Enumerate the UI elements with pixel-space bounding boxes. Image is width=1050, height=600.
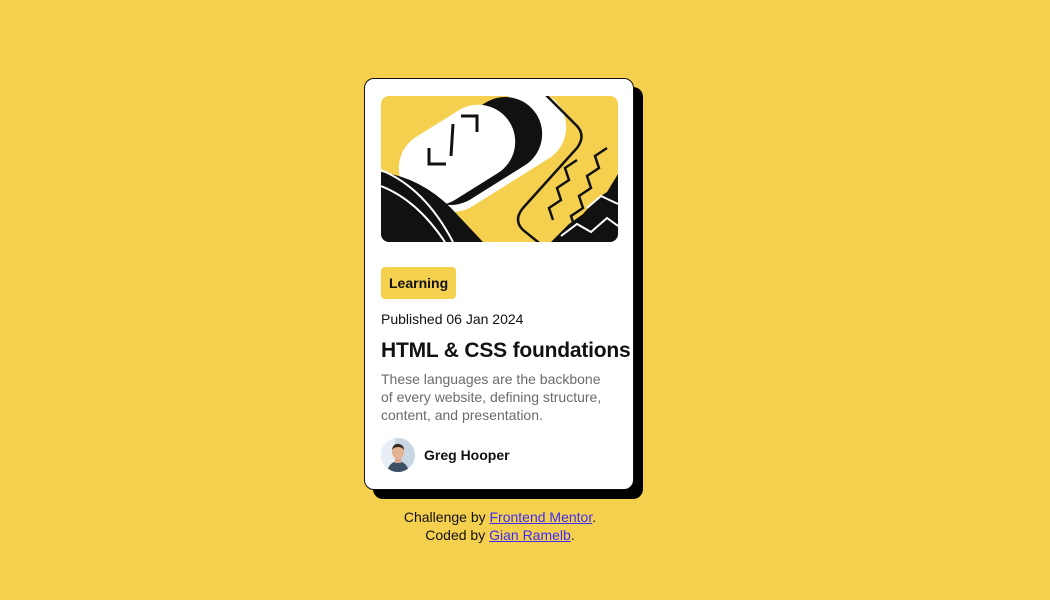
attribution-coder-text: Coded by	[425, 527, 490, 543]
card-description: These languages are the backbone of ever…	[381, 371, 602, 423]
avatar	[381, 438, 415, 472]
attribution: Challenge by Frontend Mentor. Coded by G…	[0, 508, 1000, 544]
card-title[interactable]: HTML & CSS foundations	[381, 339, 631, 363]
published-date: Published 06 Jan 2024	[381, 311, 524, 327]
category-tag: Learning	[381, 267, 457, 299]
blog-preview-card: Learning Published 06 Jan 2024 HTML & CS…	[364, 78, 634, 490]
author-name: Greg Hooper	[424, 447, 510, 463]
frontend-mentor-link[interactable]: Frontend Mentor	[490, 509, 593, 525]
attribution-period: .	[592, 509, 597, 525]
coder-link[interactable]: Gian Ramelb	[489, 527, 571, 543]
attribution-challenge: Challenge by Frontend Mentor.	[0, 508, 1000, 526]
attribution-challenge-text: Challenge by	[403, 509, 490, 525]
author: Greg Hooper	[381, 438, 510, 472]
hero-illustration	[381, 96, 618, 242]
attribution-period: .	[570, 527, 575, 543]
attribution-coder: Coded by Gian Ramelb.	[0, 526, 1000, 544]
